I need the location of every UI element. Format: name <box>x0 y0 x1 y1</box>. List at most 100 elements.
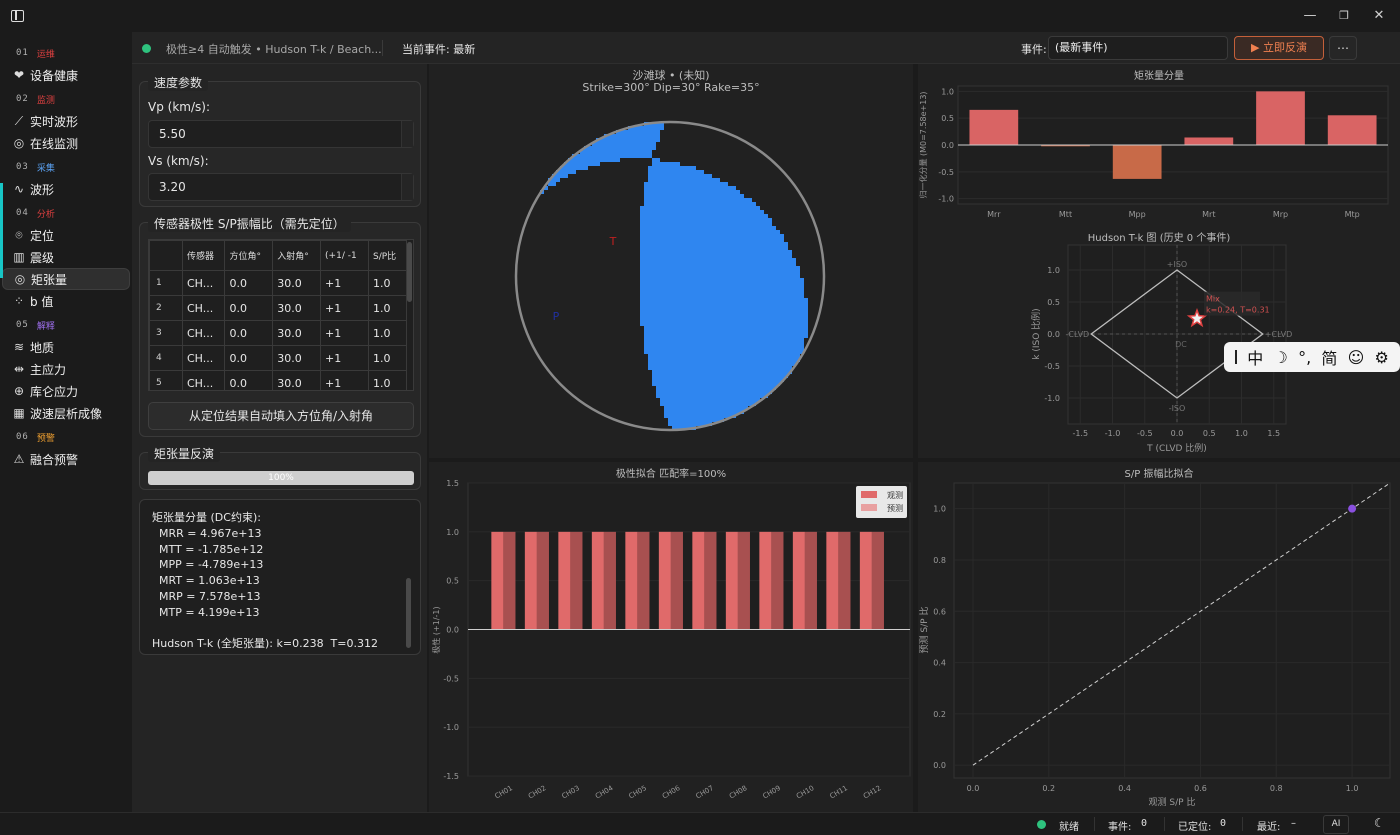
vs-input[interactable]: 3.20 <box>148 173 414 201</box>
sidebar-item-target[interactable]: ◎ 矩张量 <box>2 268 130 290</box>
sidebar-item-bar-chart[interactable]: ▥ 震级 <box>0 246 130 268</box>
table-cell[interactable]: 0.0 <box>224 320 274 346</box>
table-cell[interactable]: CH... <box>181 295 226 321</box>
mt-bar <box>1184 137 1234 145</box>
sidebar-item-warning[interactable]: ⚠ 融合预警 <box>0 448 130 470</box>
ime-item[interactable]: 简 <box>1321 345 1337 369</box>
observed-bar <box>859 531 872 630</box>
sidebar-item-radar[interactable]: ◎ 在线监测 <box>0 132 130 154</box>
table-cell[interactable]: +1 <box>320 295 369 321</box>
y-tick-label: -1.0 <box>443 723 459 732</box>
table-row[interactable]: 2 CH... 0.0 30.0 +1 1.0 <box>149 295 407 321</box>
ime-toolbar[interactable]: 中 ☽ °, 简 ☺ ⚙ <box>1224 342 1400 372</box>
located-label: 已定位: <box>1178 822 1212 833</box>
sidebar-toggle-icon[interactable] <box>11 10 24 22</box>
table-cell[interactable]: CH... <box>181 320 226 346</box>
wave-icon: ∿ <box>13 182 25 196</box>
sidebar-item-stress[interactable]: ⇹ 主应力 <box>0 358 130 380</box>
event-select[interactable]: (最新事件) <box>1048 36 1228 60</box>
table-cell[interactable]: CH... <box>181 370 226 390</box>
table-cell[interactable]: 0.0 <box>224 295 274 321</box>
layers-icon: ≋ <box>13 340 25 354</box>
sidebar-item-map-pin[interactable]: ⌾ 定位 <box>0 224 130 246</box>
compression-region <box>644 194 744 198</box>
table-cell[interactable]: 0.0 <box>224 270 274 296</box>
compression-region <box>644 190 740 194</box>
vs-spinner[interactable] <box>401 174 413 200</box>
theme-toggle-icon[interactable]: ☾ <box>1374 816 1385 830</box>
heart-pulse-icon: ❤ <box>13 68 25 82</box>
ime-item[interactable]: ☺ <box>1348 348 1365 367</box>
table-cell[interactable]: 30.0 <box>272 370 322 390</box>
table-cell[interactable]: 1.0 <box>368 320 407 346</box>
table-cell[interactable]: CH... <box>181 345 226 371</box>
sidebar-item-line-chart[interactable]: ⟋ 实时波形 <box>0 110 130 132</box>
table-row[interactable]: 4 CH... 0.0 30.0 +1 1.0 <box>149 345 407 371</box>
ime-item[interactable]: °, <box>1298 348 1311 367</box>
table-cell[interactable]: 30.0 <box>272 295 322 321</box>
observed-bar <box>725 531 738 630</box>
sidebar-item-heart-pulse[interactable]: ❤ 设备健康 <box>0 64 130 86</box>
vp-spinner[interactable] <box>401 121 413 147</box>
table-row[interactable]: 3 CH... 0.0 30.0 +1 1.0 <box>149 320 407 346</box>
compression-region <box>640 302 808 306</box>
ai-button[interactable]: AI <box>1323 815 1349 834</box>
table-cell[interactable]: 30.0 <box>272 345 322 371</box>
table-scrollbar[interactable] <box>407 242 412 302</box>
run-inversion-button[interactable]: ▶ 立即反演 <box>1234 36 1324 60</box>
vp-input[interactable]: 5.50 <box>148 120 414 148</box>
table-cell[interactable]: 0.0 <box>224 345 274 371</box>
mt-bar <box>1327 115 1377 145</box>
y-axis-label: k (ISO 比例) <box>1030 308 1042 359</box>
table-cell[interactable]: +1 <box>320 370 369 390</box>
table-row[interactable]: 1 CH... 0.0 30.0 +1 1.0 <box>149 270 407 296</box>
table-cell[interactable]: 30.0 <box>272 320 322 346</box>
close-button[interactable]: ✕ <box>1369 8 1389 23</box>
column-header: 方位角° <box>224 240 274 271</box>
beachball-pixels <box>540 122 808 430</box>
table-cell[interactable]: 30.0 <box>272 270 322 296</box>
table-cell[interactable]: 1.0 <box>368 370 407 390</box>
table-row[interactable]: 5 CH... 0.0 30.0 +1 1.0 <box>149 370 407 390</box>
ime-item[interactable]: 中 <box>1247 345 1263 369</box>
y-tick-label: 1.5 <box>446 479 459 488</box>
ime-handle[interactable] <box>1235 350 1238 364</box>
section-number: 04 <box>16 208 29 218</box>
x-tick-label: 0.2 <box>1042 784 1055 793</box>
y-tick-label: -0.5 <box>1044 362 1060 371</box>
autofill-button[interactable]: 从定位结果自动填入方位角/入射角 <box>148 402 414 430</box>
mt-bar <box>1112 145 1162 179</box>
sidebar-item-crosshair[interactable]: ⊕ 库仑应力 <box>0 380 130 402</box>
compression-region <box>644 182 728 186</box>
table-cell[interactable]: CH... <box>181 270 226 296</box>
stress-icon: ⇹ <box>13 362 25 376</box>
app-window: — ❐ ✕ 01 运维 ❤ 设备健康 02 监测 ⟋ 实时波形 ◎ 在线监测 03 采集 ∿ 波形 04 分析… <box>0 0 1400 835</box>
sidebar-item-scatter[interactable]: ⁘ b 值 <box>0 290 130 312</box>
sidebar-item-grid[interactable]: ▦ 波速层析成像 <box>0 402 130 424</box>
compression-region <box>640 206 760 210</box>
y-axis-label: 预测 S/P 比 <box>918 607 930 654</box>
y-tick-label: 0.5 <box>941 114 954 123</box>
table-cell[interactable]: 0.0 <box>224 370 274 390</box>
table-cell[interactable]: 1.0 <box>368 345 407 371</box>
ime-item[interactable]: ⚙ <box>1374 348 1388 367</box>
column-header: S/P比 <box>368 240 407 271</box>
table-cell[interactable]: +1 <box>320 345 369 371</box>
table-cell[interactable]: +1 <box>320 320 369 346</box>
sidebar-item-layers[interactable]: ≋ 地质 <box>0 336 130 358</box>
observed-bar <box>759 531 772 630</box>
maximize-button[interactable]: ❐ <box>1334 9 1354 22</box>
table-cell[interactable]: +1 <box>320 270 369 296</box>
table-cell[interactable]: 1.0 <box>368 295 407 321</box>
minimize-button[interactable]: — <box>1300 8 1320 23</box>
table-cell[interactable]: 1.0 <box>368 270 407 296</box>
x-tick-label: -1.0 <box>1105 429 1121 438</box>
sp-panel: S/P 振幅比拟合 0.0 0.2 0.4 0.6 0.8 1.0 1.0 0.8 0.6 0.4… <box>918 462 1400 812</box>
sidebar-item-wave[interactable]: ∿ 波形 <box>0 178 130 200</box>
x-tick-label: -1.5 <box>1072 429 1088 438</box>
results-scrollbar[interactable] <box>406 578 411 648</box>
y-tick-label: 0.2 <box>933 710 946 719</box>
x-tick-label: 0.8 <box>1270 784 1283 793</box>
ime-item[interactable]: ☽ <box>1274 348 1288 367</box>
more-button[interactable]: ⋯ <box>1329 36 1357 60</box>
